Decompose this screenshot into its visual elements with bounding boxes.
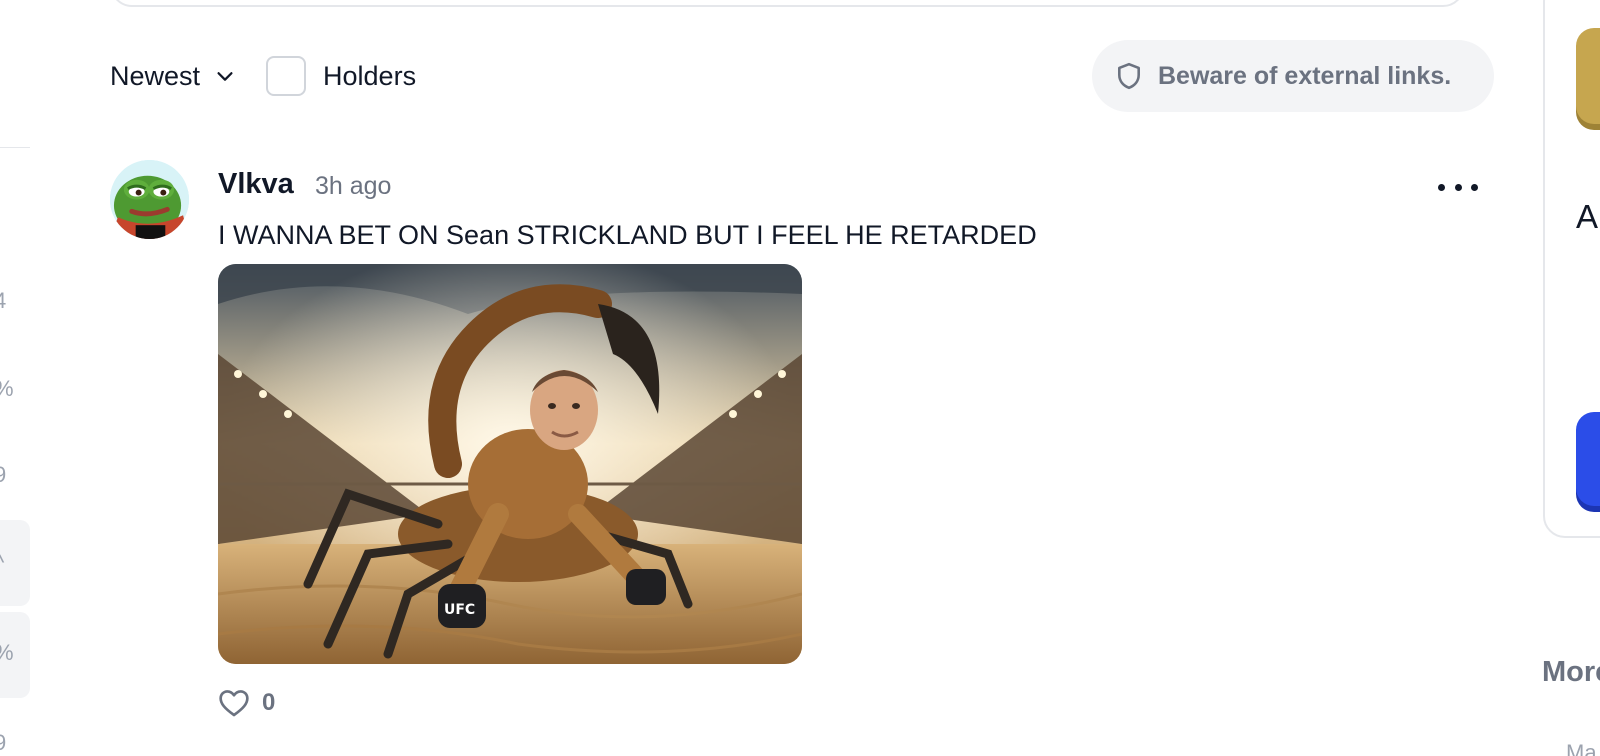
chevron-down-icon xyxy=(217,72,233,81)
more-section-item[interactable]: Ma xyxy=(1566,740,1597,756)
glove-logo: UFC xyxy=(444,602,475,618)
sidebar-value: 4 xyxy=(0,288,7,313)
sidebar-value: 9 xyxy=(0,730,7,755)
holders-label: Holders xyxy=(323,60,417,91)
external-links-warning: Beware of external links. xyxy=(1092,40,1494,112)
sort-label: Newest xyxy=(110,60,201,91)
warning-text: Beware of external links. xyxy=(1158,61,1452,90)
submit-button[interactable] xyxy=(1576,412,1600,506)
more-horizontal-icon xyxy=(1438,183,1445,191)
more-options-button[interactable] xyxy=(1438,172,1478,202)
comment-text: I WANNA BET ON Sean STRICKLAND BUT I FEE… xyxy=(218,220,1037,250)
heart-icon xyxy=(219,690,249,717)
more-section-title: More xyxy=(1542,656,1600,688)
sidebar-value: % xyxy=(0,640,14,666)
avatar[interactable] xyxy=(110,160,189,239)
sort-dropdown[interactable]: Newest xyxy=(110,61,236,92)
left-sidebar: 4 % 9 ^ % 9 xyxy=(0,0,30,756)
frog-avatar-image xyxy=(110,160,189,239)
comment-image[interactable]: UFC xyxy=(218,264,802,664)
like-button[interactable]: 0 xyxy=(218,688,275,718)
comment-timestamp: 3h ago xyxy=(315,172,392,200)
holders-filter[interactable]: Holders xyxy=(266,56,416,96)
holders-checkbox[interactable] xyxy=(266,56,307,96)
sidebar-value: ^ xyxy=(0,550,14,576)
sidebar-value: % xyxy=(0,376,14,402)
trade-button[interactable] xyxy=(1576,28,1600,124)
panel-label: A xyxy=(1576,198,1599,235)
comment-username[interactable]: Vlkva xyxy=(218,168,294,201)
scorpion-fighter-image: UFC xyxy=(218,264,802,664)
comment-filters: Newest Holders xyxy=(110,50,416,102)
search-bar[interactable] xyxy=(110,0,1465,7)
like-count: 0 xyxy=(262,689,276,716)
sidebar-divider xyxy=(0,147,30,148)
shield-icon xyxy=(1118,62,1140,90)
sidebar-value: 9 xyxy=(0,462,7,487)
